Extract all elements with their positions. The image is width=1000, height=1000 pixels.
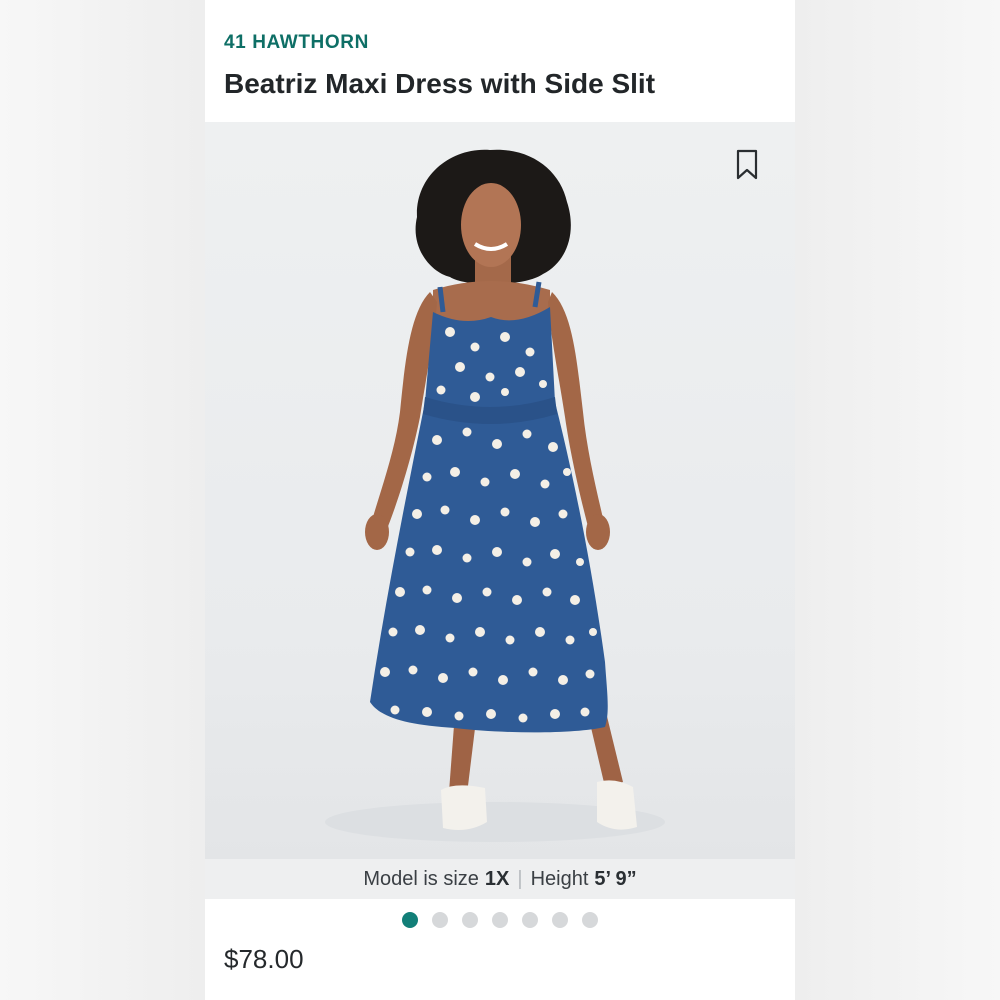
- brand-name[interactable]: 41 HAWTHORN: [224, 32, 795, 54]
- carousel-dot-2[interactable]: [432, 912, 448, 928]
- carousel-dot-3[interactable]: [462, 912, 478, 928]
- model-height-value: 5’ 9”: [594, 867, 637, 890]
- product-photo[interactable]: [205, 122, 795, 859]
- product-price: $78.00: [224, 944, 304, 974]
- model-info-separator: |: [517, 867, 523, 890]
- model-size-info: Model is size 1X | Height 5’ 9”: [205, 859, 795, 899]
- bookmark-icon[interactable]: [735, 149, 759, 181]
- background-left: [0, 0, 205, 1000]
- background-right: [795, 0, 1000, 1000]
- product-card: 41 HAWTHORN Beatriz Maxi Dress with Side…: [205, 0, 795, 1000]
- carousel-dot-7[interactable]: [582, 912, 598, 928]
- model-height-label: Height: [530, 867, 589, 890]
- model-size-label: Model is size: [363, 867, 479, 890]
- carousel-dot-5[interactable]: [522, 912, 538, 928]
- model-image: [325, 149, 665, 842]
- carousel-dot-4[interactable]: [492, 912, 508, 928]
- model-size-value: 1X: [484, 867, 510, 890]
- product-title: Beatriz Maxi Dress with Side Slit: [224, 68, 656, 99]
- carousel-dot-1[interactable]: [402, 912, 418, 928]
- product-header: 41 HAWTHORN Beatriz Maxi Dress with Side…: [205, 0, 795, 122]
- carousel-indicators: [205, 912, 795, 930]
- carousel-dot-6[interactable]: [552, 912, 568, 928]
